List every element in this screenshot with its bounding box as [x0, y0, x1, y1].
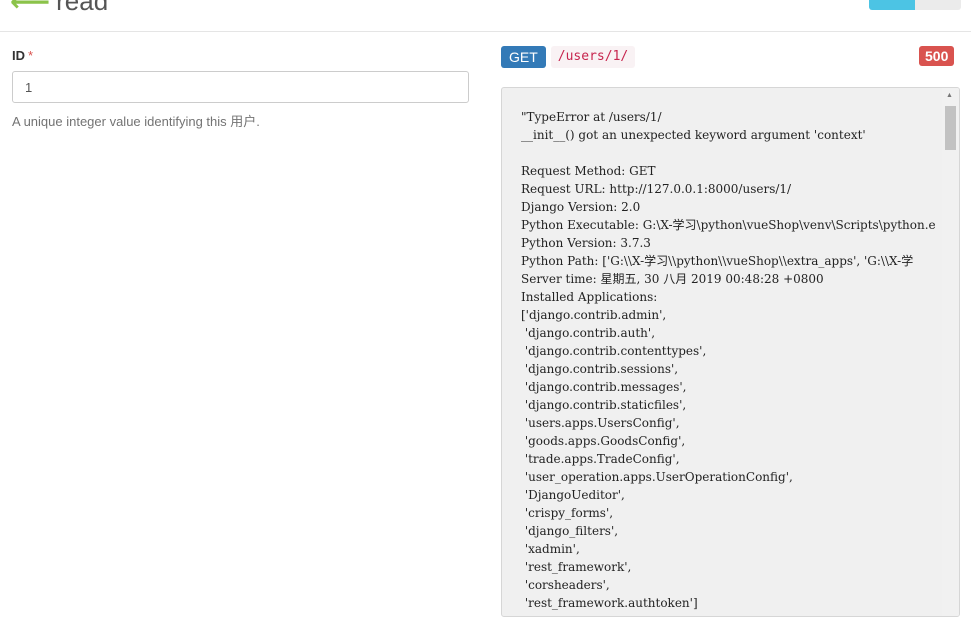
response-line: 'django.contrib.staticfiles',	[521, 398, 687, 412]
top-button-group	[869, 0, 961, 10]
response-line: 'django.contrib.contenttypes',	[521, 344, 707, 358]
response-line: 'corsheaders',	[521, 578, 610, 592]
status-badge: 500	[919, 46, 955, 66]
response-line: 'rest_framework',	[521, 560, 632, 574]
response-line: __init__() got an unexpected keyword arg…	[521, 128, 866, 142]
id-field-label: ID *	[12, 48, 472, 63]
response-line: Request URL: http://127.0.0.1:8000/users…	[521, 182, 792, 196]
method-badge: GET	[501, 46, 546, 68]
response-line: 'crispy_forms',	[521, 506, 614, 520]
response-line: Installed Applications:	[521, 290, 658, 304]
response-line: 'DjangoUeditor',	[521, 488, 625, 502]
response-line: Server time: 星期五, 30 八月 2019 00:48:28 +0…	[521, 272, 824, 286]
required-mark: *	[28, 48, 34, 63]
id-label-text: ID	[12, 48, 25, 63]
request-url: /users/1/	[550, 46, 636, 68]
response-line: Django Version: 2.0	[521, 200, 641, 214]
response-line: Python Executable: G:\X-学习\python\vueSho…	[521, 218, 936, 232]
id-help-text: A unique integer value identifying this …	[12, 114, 260, 129]
scroll-up-icon[interactable]: ▲	[946, 92, 953, 99]
response-line: ['django.contrib.admin',	[521, 308, 667, 322]
response-line: 'django.contrib.auth',	[521, 326, 656, 340]
request-line: GET /users/1/	[501, 46, 636, 68]
response-line: Request Method: GET	[521, 164, 656, 178]
response-body: "TypeError at /users/1/ __init__() got an…	[521, 108, 941, 612]
response-line: 'django.contrib.messages',	[521, 380, 687, 394]
response-line: 'user_operation.apps.UserOperationConfig…	[521, 470, 793, 484]
page-title-text: read	[56, 0, 109, 16]
response-line: 'trade.apps.TradeConfig',	[521, 452, 680, 466]
secondary-toggle-button[interactable]	[915, 0, 961, 10]
response-scrollbar[interactable]: ▲	[942, 88, 959, 616]
back-arrow-icon[interactable]: ⟵	[10, 0, 50, 16]
response-line: 'users.apps.UsersConfig',	[521, 416, 680, 430]
response-panel[interactable]: "TypeError at /users/1/ __init__() got an…	[501, 87, 960, 617]
id-input[interactable]	[12, 71, 469, 103]
form-area: ID* A unique integer value identifying t…	[12, 48, 472, 130]
response-line: 'rest_framework.authtoken']	[521, 596, 698, 610]
response-line: Python Path: ['G:\\X-学习\\python\\vueShop…	[521, 254, 914, 268]
response-line: Python Version: 3.7.3	[521, 236, 651, 250]
scroll-thumb[interactable]	[945, 106, 956, 150]
top-bar: ⟵ read	[0, 0, 971, 32]
response-line	[521, 144, 941, 162]
page-title: ⟵ read	[10, 0, 108, 17]
primary-toggle-button[interactable]	[869, 0, 915, 10]
response-line: "TypeError at /users/1/	[521, 110, 662, 124]
response-line: 'django_filters',	[521, 524, 619, 538]
response-line: 'django.contrib.sessions',	[521, 362, 679, 376]
response-line: 'xadmin',	[521, 542, 580, 556]
response-line: 'goods.apps.GoodsConfig',	[521, 434, 686, 448]
